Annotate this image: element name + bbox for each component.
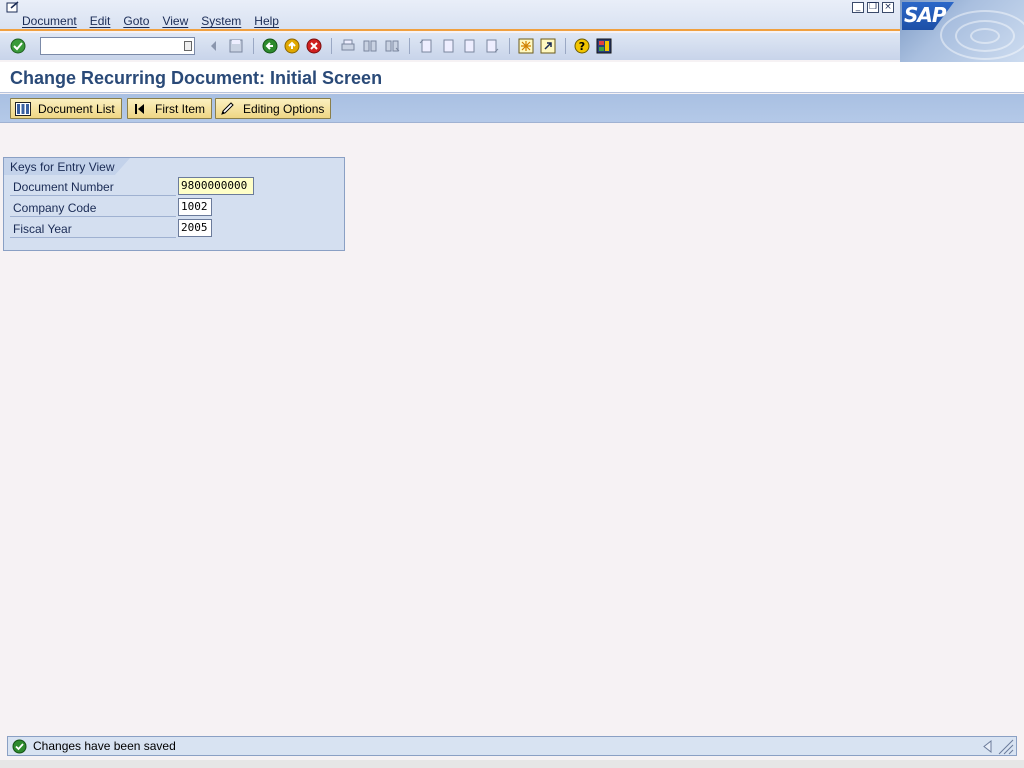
fiscal-year-row: Fiscal Year 2005 xyxy=(10,219,340,239)
document-list-icon xyxy=(15,101,31,116)
create-shortcut-icon[interactable] xyxy=(540,38,556,54)
first-page-icon xyxy=(419,39,432,53)
menu-document[interactable]: Document xyxy=(22,14,77,28)
company-code-label: Company Code xyxy=(13,201,97,215)
back-icon[interactable] xyxy=(262,38,278,54)
fiscal-year-field[interactable]: 2005 xyxy=(178,219,212,237)
enter-icon[interactable] xyxy=(10,38,26,54)
exit-icon[interactable] xyxy=(284,38,300,54)
document-number-row: Document Number 9800000000 xyxy=(10,177,340,197)
editing-options-button[interactable]: Editing Options xyxy=(215,98,332,119)
command-input[interactable] xyxy=(41,38,179,54)
first-item-icon xyxy=(135,103,144,114)
menu-edit[interactable]: Edit xyxy=(90,14,111,28)
menu-system[interactable]: System xyxy=(201,14,241,28)
menu-help[interactable]: Help xyxy=(254,14,279,28)
field-divider xyxy=(10,195,176,196)
find-next-icon xyxy=(385,40,400,52)
group-title: Keys for Entry View xyxy=(10,160,115,174)
last-page-icon xyxy=(486,39,499,53)
window-controls: _ ❐ × xyxy=(852,2,894,13)
application-toolbar: Document List First Item Editing Options xyxy=(0,94,1024,123)
company-code-row: Company Code 1002 xyxy=(10,198,340,218)
first-item-button[interactable]: First Item xyxy=(127,98,212,119)
document-number-field[interactable]: 9800000000 xyxy=(178,177,254,195)
document-list-label: Document List xyxy=(38,101,115,116)
menu-items: Document Edit Goto View System Help xyxy=(22,14,292,28)
print-icon xyxy=(341,39,355,51)
toolbar-separator xyxy=(509,38,510,54)
menu-view[interactable]: View xyxy=(162,14,188,28)
next-page-icon xyxy=(464,39,475,53)
first-item-label: First Item xyxy=(155,101,205,116)
create-session-icon[interactable] xyxy=(518,38,534,54)
previous-page-icon xyxy=(443,39,454,53)
status-bar: Changes have been saved xyxy=(7,736,1017,756)
title-bar: Change Recurring Document: Initial Scree… xyxy=(0,62,1024,93)
field-divider xyxy=(10,216,176,217)
status-expand-icon[interactable] xyxy=(982,740,992,753)
find-icon xyxy=(363,40,377,52)
menu-goto[interactable]: Goto xyxy=(123,14,149,28)
customize-layout-icon[interactable] xyxy=(596,38,612,54)
page-title: Change Recurring Document: Initial Scree… xyxy=(10,68,383,88)
keys-for-entry-view-group: Keys for Entry View Document Number 9800… xyxy=(3,157,345,251)
minimize-icon[interactable]: _ xyxy=(852,2,864,13)
ripple-decoration xyxy=(970,28,1000,44)
command-history-icon[interactable] xyxy=(184,41,192,51)
back-arrow-icon xyxy=(211,41,216,51)
company-code-field[interactable]: 1002 xyxy=(178,198,212,216)
standard-toolbar: ? xyxy=(0,33,900,60)
svg-text:?: ? xyxy=(579,40,585,53)
toolbar-separator xyxy=(409,38,410,54)
save-icon xyxy=(229,39,243,53)
close-icon[interactable]: × xyxy=(882,2,894,13)
menu-bar: Document Edit Goto View System Help _ ❐ … xyxy=(0,0,1024,31)
document-number-label: Document Number xyxy=(13,180,114,194)
document-list-button[interactable]: Document List xyxy=(10,98,122,119)
field-divider xyxy=(10,237,176,238)
resize-grip-icon[interactable] xyxy=(997,738,1014,755)
success-check-icon xyxy=(12,739,27,754)
fiscal-year-label: Fiscal Year xyxy=(13,222,72,236)
command-field[interactable] xyxy=(40,37,195,55)
editing-options-label: Editing Options xyxy=(243,101,325,116)
help-icon[interactable]: ? xyxy=(574,38,590,54)
pencil-icon xyxy=(221,101,234,115)
sap-logo-area: SAP xyxy=(900,0,1024,62)
toolbar-separator xyxy=(331,38,332,54)
cancel-icon[interactable] xyxy=(306,38,322,54)
toolbar-separator xyxy=(253,38,254,54)
sap-logo-text: SAP xyxy=(904,3,947,27)
bottom-strip xyxy=(0,760,1024,768)
status-message: Changes have been saved xyxy=(33,739,176,753)
toolbar-separator xyxy=(565,38,566,54)
system-menu-icon[interactable] xyxy=(6,1,20,13)
restore-icon[interactable]: ❐ xyxy=(867,2,879,13)
